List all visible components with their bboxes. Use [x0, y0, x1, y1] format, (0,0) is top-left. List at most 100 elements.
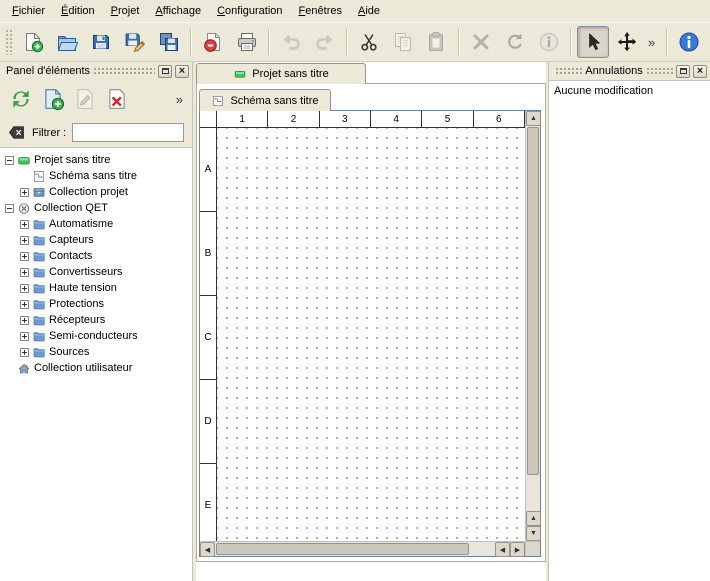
tree-item-collection-qet[interactable]: Collection QET — [0, 200, 192, 216]
hscroll-thumb[interactable] — [216, 543, 469, 555]
undo-panel-titlebar[interactable]: Annulations — [549, 62, 710, 80]
tree-item-collection-utilisateur[interactable]: Collection utilisateur — [0, 360, 192, 376]
cut-button[interactable] — [353, 26, 385, 58]
filter-row: Filtrer : — [0, 118, 192, 147]
tree-item-label: Collection utilisateur — [34, 362, 136, 374]
hscroll-track[interactable] — [470, 542, 495, 556]
undo-panel-close-button[interactable] — [693, 65, 707, 78]
tree-expander-plus[interactable] — [20, 268, 29, 277]
tree-expander-plus[interactable] — [20, 220, 29, 229]
reload-collections-button[interactable] — [6, 84, 36, 114]
tree-item-haute-tension[interactable]: Haute tension — [0, 280, 192, 296]
hscroll-left-button-2[interactable] — [495, 542, 510, 557]
row-header-E: E — [200, 464, 217, 541]
delete-element-button[interactable] — [102, 84, 132, 114]
select-mode-button[interactable] — [577, 26, 609, 58]
menu-configuration[interactable]: Configuration — [209, 2, 290, 20]
pan-mode-button[interactable] — [611, 26, 643, 58]
undo-button[interactable] — [275, 26, 307, 58]
tree-item-semi-conducteurs[interactable]: Semi-conducteurs — [0, 328, 192, 344]
tree-item-recepteurs[interactable]: Récepteurs — [0, 312, 192, 328]
save-project-button[interactable] — [85, 26, 117, 58]
folder-icon — [32, 330, 46, 343]
menu-projet[interactable]: Projet — [103, 2, 148, 20]
menu-fichier[interactable]: Fichier — [4, 2, 53, 20]
main-toolbar: » — [0, 22, 710, 62]
tree-expander-minus[interactable] — [5, 156, 14, 165]
tree-expander-plus[interactable] — [20, 348, 29, 357]
save-all-button[interactable] — [153, 26, 185, 58]
menu-fenetres[interactable]: Fenêtres — [291, 2, 350, 20]
grid-corner — [200, 111, 217, 128]
tree-item-projet-sans-titre[interactable]: Projet sans titre — [0, 152, 192, 168]
save-project-as-button[interactable] — [119, 26, 151, 58]
tree-item-label: Collection QET — [34, 202, 112, 214]
column-header-3: 3 — [320, 111, 371, 128]
tree-expander-minus[interactable] — [5, 204, 14, 213]
vscroll-up-button-2[interactable] — [526, 511, 541, 526]
edit-element-button[interactable] — [70, 84, 100, 114]
hscroll-right-button[interactable] — [510, 542, 525, 557]
vscroll-up-button[interactable] — [526, 111, 541, 126]
new-project-button[interactable] — [17, 26, 49, 58]
tree-item-schema-sans-titre[interactable]: Schéma sans titre — [0, 168, 192, 184]
horizontal-scrollbar[interactable] — [200, 541, 525, 556]
new-element-icon — [41, 87, 65, 111]
tree-expander-plus[interactable] — [20, 300, 29, 309]
tree-item-contacts[interactable]: Contacts — [0, 248, 192, 264]
elements-panel-close-button[interactable] — [175, 65, 189, 78]
toolbar-handle[interactable] — [5, 29, 12, 55]
menu-affichage[interactable]: Affichage — [147, 2, 209, 20]
vscroll-down-button[interactable] — [526, 526, 541, 541]
save-icon — [90, 31, 112, 53]
tree-expander-plus[interactable] — [20, 284, 29, 293]
tree-expander-plus[interactable] — [20, 236, 29, 245]
rotate-selection-button[interactable] — [499, 26, 531, 58]
tree-item-protections[interactable]: Protections — [0, 296, 192, 312]
new-element-button[interactable] — [38, 84, 68, 114]
clear-filter-icon[interactable] — [7, 124, 26, 141]
folder-icon — [32, 298, 46, 311]
toolbar-overflow-icon[interactable]: » — [644, 35, 659, 50]
dock-handle-texture — [93, 66, 155, 76]
undo-panel-float-button[interactable] — [676, 65, 690, 78]
menu-aide[interactable]: Aide — [350, 2, 388, 20]
copy-icon — [392, 31, 414, 53]
folder-icon — [32, 314, 46, 327]
filter-input[interactable] — [72, 123, 184, 142]
tree-expander-plus[interactable] — [20, 316, 29, 325]
tree-item-collection-projet[interactable]: Collection projet — [0, 184, 192, 200]
diagram-canvas[interactable] — [217, 128, 525, 541]
open-project-button[interactable] — [51, 26, 83, 58]
vscroll-track[interactable] — [526, 476, 540, 511]
paste-button[interactable] — [421, 26, 453, 58]
elements-panel-float-button[interactable] — [158, 65, 172, 78]
copy-button[interactable] — [387, 26, 419, 58]
menu-edition[interactable]: Édition — [53, 2, 103, 20]
tree-item-capteurs[interactable]: Capteurs — [0, 232, 192, 248]
tree-expander-plus[interactable] — [20, 332, 29, 341]
print-button[interactable] — [231, 26, 263, 58]
new-document-icon — [22, 31, 44, 53]
about-button[interactable] — [673, 26, 705, 58]
tree-expander-plus[interactable] — [20, 188, 29, 197]
redo-button[interactable] — [309, 26, 341, 58]
tab-schema-sans-titre[interactable]: Schéma sans titre — [199, 89, 331, 111]
tree-item-convertisseurs[interactable]: Convertisseurs — [0, 264, 192, 280]
delete-selection-button[interactable] — [465, 26, 497, 58]
vertical-scrollbar[interactable] — [525, 111, 540, 541]
row-header-D: D — [200, 380, 217, 464]
undo-list-item[interactable]: Aucune modification — [549, 81, 710, 101]
tree-expander-plus[interactable] — [20, 252, 29, 261]
close-project-button[interactable] — [197, 26, 229, 58]
tree-item-sources[interactable]: Sources — [0, 344, 192, 360]
tab-projet-sans-titre[interactable]: Projet sans titre — [196, 63, 366, 84]
undo-panel-title: Annulations — [585, 65, 643, 77]
vscroll-thumb[interactable] — [527, 127, 539, 475]
selection-infos-button[interactable] — [533, 26, 565, 58]
elements-panel-titlebar[interactable]: Panel d'éléments — [0, 62, 192, 80]
diagram-icon — [32, 170, 46, 183]
tree-item-automatisme[interactable]: Automatisme — [0, 216, 192, 232]
panel-toolbar-overflow-icon[interactable]: » — [171, 92, 188, 107]
hscroll-left-button[interactable] — [200, 542, 215, 557]
